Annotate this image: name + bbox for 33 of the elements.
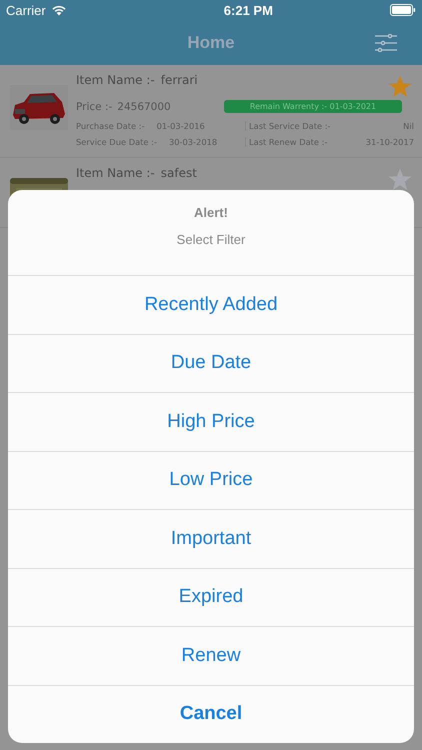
star-icon[interactable] <box>388 168 412 191</box>
field-value: 30-03-2018 <box>168 137 218 147</box>
filter-option[interactable]: High Price <box>8 392 414 450</box>
filter-option[interactable]: Recently Added <box>8 275 414 334</box>
field-value: 31-10-2017 <box>366 137 414 147</box>
screen-title: Home <box>187 32 235 52</box>
field-label: Last Service Date :- <box>249 121 330 131</box>
filter-option[interactable]: Renew <box>8 626 414 684</box>
time-label: 6:21 PM <box>224 2 273 18</box>
item-name: ferrari <box>160 73 198 87</box>
item-name: safest <box>160 166 197 180</box>
field-label: Price :- <box>76 100 112 112</box>
filter-option[interactable]: Important <box>8 509 414 568</box>
field-value: Nil <box>403 121 414 131</box>
filter-option[interactable]: Expired <box>8 568 414 626</box>
carrier-label: Carrier <box>6 2 46 18</box>
filter-option[interactable]: Low Price <box>8 450 414 509</box>
field-label: Item Name :- <box>76 166 155 180</box>
wifi-icon <box>50 4 67 16</box>
star-icon[interactable] <box>388 75 412 98</box>
field-label: Purchase Date :- <box>76 121 145 131</box>
warranty-badge: Remain Warrenty :- 01-03-2021 <box>224 100 402 113</box>
price-value: 24567000 <box>117 100 171 112</box>
field-label: Service Due Date :- <box>76 137 157 147</box>
alert-title: Alert! <box>194 205 228 220</box>
filter-icon[interactable] <box>375 34 397 52</box>
field-value: 01-03-2016 <box>156 121 205 131</box>
filter-option[interactable]: Due Date <box>8 334 414 392</box>
field-label: Last Renew Date :- <box>249 137 328 147</box>
alert-message: Select Filter <box>176 232 246 247</box>
battery-icon <box>390 4 416 16</box>
cancel-button[interactable]: Cancel <box>8 684 414 743</box>
field-label: Item Name :- <box>76 73 155 87</box>
